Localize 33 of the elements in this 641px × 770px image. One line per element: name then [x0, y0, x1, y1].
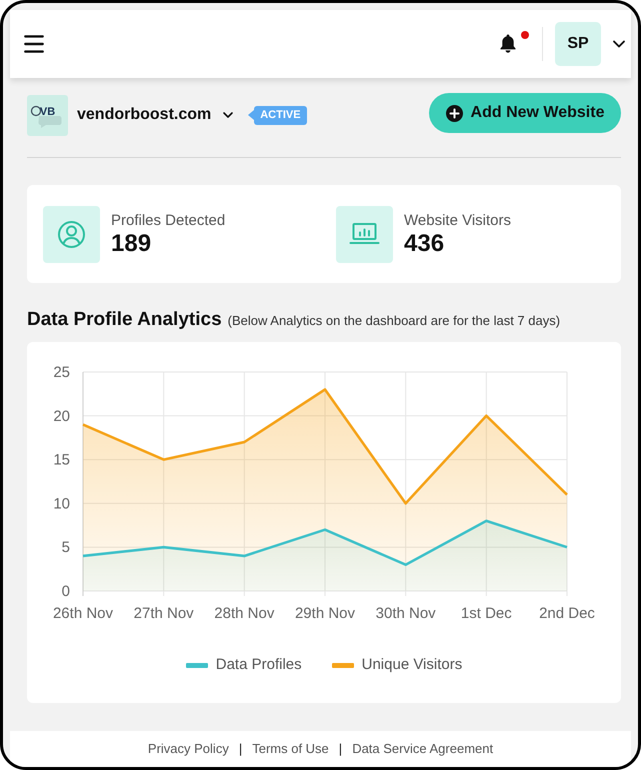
x-axis-label: 28th Nov	[214, 605, 274, 622]
x-axis-label: 2nd Dec	[539, 605, 595, 622]
stat-label: Website Visitors	[404, 212, 511, 230]
stat-label: Profiles Detected	[111, 212, 226, 230]
y-axis-tick-label: 15	[53, 452, 70, 469]
add-website-button[interactable]: Add New Website	[429, 93, 621, 133]
stat-value: 189	[111, 230, 152, 258]
x-axis-label: 1st Dec	[460, 605, 512, 622]
y-axis-tick-label: 25	[53, 364, 70, 381]
footer-separator: |	[238, 740, 242, 758]
footer-separator: |	[338, 740, 342, 758]
y-axis-tick-label: 20	[53, 408, 70, 425]
plus-circle-icon	[446, 104, 463, 122]
footer-link[interactable]: Data Service Agreement	[352, 739, 494, 759]
legend-label[interactable]: Unique Visitors	[362, 654, 462, 676]
x-axis-label: 30th Nov	[376, 605, 436, 622]
stat-value: 436	[404, 230, 446, 258]
site-logo: VB	[27, 94, 68, 136]
x-axis-label: 26th Nov	[52, 605, 114, 622]
y-axis-tick-label: 5	[62, 539, 70, 556]
y-axis-tick-label: 0	[62, 583, 70, 600]
website-selector[interactable]: vendorboost.com	[77, 103, 236, 127]
bell-icon	[499, 34, 517, 53]
x-axis-label: 29th Nov	[294, 605, 356, 622]
avatar-button[interactable]: SP	[555, 22, 601, 66]
legend-label[interactable]: Data Profiles	[216, 654, 302, 676]
section-subtitle: (Below Analytics on the dashboard are for the last 7 days)	[228, 312, 560, 330]
footer-link[interactable]: Terms of Use	[252, 739, 329, 759]
laptop-chart-icon	[336, 206, 393, 263]
footer-link[interactable]: Privacy Policy	[148, 739, 229, 759]
section-title: Data Profile Analytics	[27, 308, 222, 332]
x-axis-label: 27th Nov	[134, 605, 194, 622]
y-axis-tick-label: 10	[53, 495, 70, 512]
